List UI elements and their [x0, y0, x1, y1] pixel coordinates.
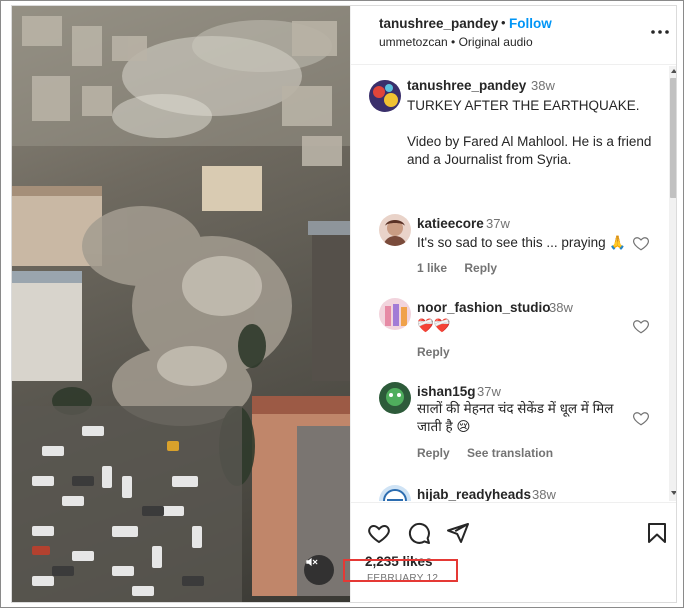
scroll-up-arrow-icon[interactable] [670, 67, 677, 75]
post-window: tanushree_pandey • Follow ummetozcan • O… [0, 0, 684, 608]
post-actions: 2,235 likes FEBRUARY 12 [351, 502, 676, 602]
date-highlight-box [343, 559, 458, 582]
comment-text: It's so sad to see this ... praying 🙏 [417, 235, 627, 250]
share-icon[interactable] [446, 521, 470, 545]
avatar-image [379, 382, 411, 414]
avatar[interactable] [379, 214, 411, 246]
comment-meta: Reply See translation [417, 446, 567, 460]
comment-meta: 1 like Reply [417, 261, 511, 275]
comment-username[interactable]: ishan15g [417, 384, 476, 399]
subtitle-separator: • [451, 35, 456, 49]
post-header: tanushree_pandey • Follow ummetozcan • O… [351, 6, 676, 65]
caption-time[interactable]: 38w [531, 78, 555, 93]
caption-text: TURKEY AFTER THE EARTHQUAKE. Video by Fa… [407, 97, 665, 187]
follow-button[interactable]: Follow [509, 16, 552, 31]
header-separator: • [501, 15, 506, 30]
comment-text: ❤️‍🩹❤️‍🩹 [417, 318, 451, 333]
comment-likes[interactable]: 1 like [417, 261, 447, 275]
avatar-image [379, 298, 411, 330]
heart-outline-icon[interactable] [632, 317, 650, 335]
heart-icon[interactable] [367, 521, 391, 545]
post-video[interactable] [12, 6, 350, 602]
earthquake-aerial-image [12, 6, 350, 602]
heart-outline-icon[interactable] [632, 409, 650, 427]
more-horizontal-icon [651, 30, 669, 34]
comment-text: सालों की मेहनत चंद सेकेंड में धूल में मि… [417, 401, 614, 434]
post-side-panel: tanushree_pandey • Follow ummetozcan • O… [350, 6, 677, 602]
audio-link[interactable]: Original audio [459, 35, 533, 49]
mute-button[interactable] [304, 555, 334, 585]
bookmark-icon[interactable] [645, 521, 669, 545]
scroll-down-arrow-icon[interactable] [670, 489, 677, 497]
avatar[interactable] [369, 80, 401, 112]
avatar[interactable] [379, 382, 411, 414]
heart-outline-icon[interactable] [632, 234, 650, 252]
header-username[interactable]: tanushree_pandey [379, 16, 498, 31]
scrollbar-thumb[interactable] [670, 78, 676, 198]
reply-button[interactable]: Reply [417, 446, 450, 460]
comment-username[interactable]: hijab_readyheads [417, 487, 531, 501]
avatar-image [369, 80, 401, 112]
reply-button[interactable]: Reply [417, 345, 450, 359]
caption-username[interactable]: tanushree_pandey [407, 78, 526, 93]
see-translation-link[interactable]: See translation [467, 446, 553, 460]
comment-time[interactable]: 37w [477, 384, 501, 399]
post-dialog: tanushree_pandey • Follow ummetozcan • O… [11, 5, 677, 603]
avatar[interactable] [379, 485, 411, 501]
header-subtitle: ummetozcan • Original audio [379, 35, 533, 49]
speaker-muted-icon [306, 557, 318, 567]
more-options-button[interactable] [650, 22, 670, 42]
comment-time[interactable]: 38w [532, 487, 556, 501]
caption-line: TURKEY AFTER THE EARTHQUAKE. [407, 98, 640, 113]
reply-button[interactable]: Reply [464, 261, 497, 275]
avatar[interactable] [379, 298, 411, 330]
comment-time[interactable]: 38w [549, 300, 573, 315]
caption-line: Video by Fared Al Mahlool. He is a frien… [407, 134, 652, 167]
comments-scrollbar[interactable] [669, 66, 677, 501]
comment-username[interactable]: noor_fashion_studio [417, 300, 551, 315]
comment-meta: Reply [417, 345, 464, 359]
comment-time[interactable]: 37w [486, 216, 510, 231]
comment-icon[interactable] [407, 521, 431, 545]
comments-list[interactable]: tanushree_pandey 38w TURKEY AFTER THE EA… [351, 66, 669, 501]
avatar-image [379, 214, 411, 246]
comment-username[interactable]: katieecore [417, 216, 484, 231]
location-link[interactable]: ummetozcan [379, 35, 448, 49]
avatar-image [379, 485, 411, 501]
